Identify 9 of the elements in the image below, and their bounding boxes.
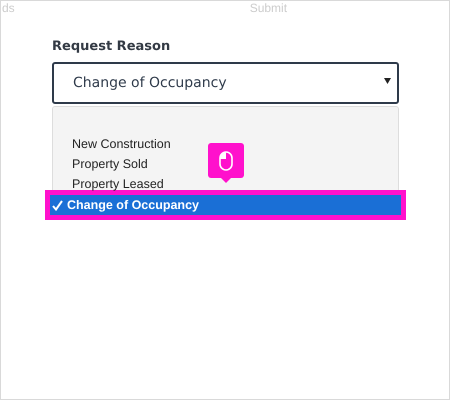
dropdown-option[interactable]: Property Sold [53, 154, 398, 174]
dropdown-option[interactable]: Change of Occupancy [50, 195, 401, 215]
mouse-icon [219, 150, 233, 170]
check-icon [52, 200, 63, 210]
caret-icon [384, 78, 391, 84]
dropdown-option[interactable]: New Construction [53, 134, 398, 154]
dropdown-option[interactable]: Property Leased [53, 174, 398, 194]
field-label: Request Reason [52, 39, 172, 56]
select-field[interactable]: Change of Occupancy [52, 62, 399, 104]
